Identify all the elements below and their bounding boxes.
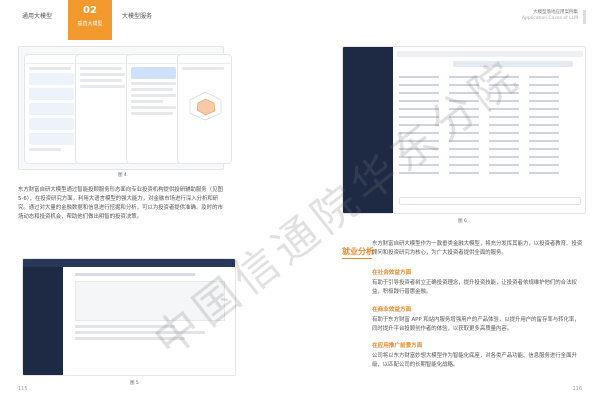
phone-screen-2 [75, 54, 130, 164]
section-title: 就业分析 [342, 247, 374, 256]
page-number-left: 115 [18, 386, 28, 392]
radar-chart-icon [189, 91, 222, 121]
chapter-number: 02 [83, 5, 97, 16]
figure-5-sidebar [23, 259, 63, 375]
paragraph-social-benefit: 有助于引导投资者树立正确投资理念，提升投资技能，让投资者依规维护他们的合法权益，… [372, 280, 577, 295]
header-title: 大模型落地应用案例集 Application Cases of LLM [522, 10, 578, 22]
phone-screen-3 [126, 54, 181, 164]
chapter-label: 垂直大模型 [77, 21, 103, 27]
subheading-application-prospect: 在应用推广前景方面 [372, 343, 423, 349]
phone-screen-1 [24, 54, 79, 164]
header-accent-bar [583, 10, 586, 24]
subheading-social-benefit: 在社会效益方面 [372, 270, 412, 276]
figure-4-caption: 图 4 [118, 173, 127, 178]
header-title-en: Application Cases of LLM [521, 16, 578, 21]
section-title-underline [342, 258, 372, 259]
top-navigation: 通用大模型 02 垂直大模型 大模型服务 大模型落地应用案例集 Applicat… [0, 0, 600, 40]
figure-5-caption: 图 5 [130, 381, 139, 386]
left-paragraph: 东方财富自研大模型通过智能投顾服务形态面向专业投资机构提供投研辅助服务（见图 5… [18, 187, 223, 220]
phone-screen-4 [177, 54, 232, 164]
nav-item-general-model[interactable]: 通用大模型 [22, 11, 52, 20]
page-number-right: 116 [572, 386, 582, 392]
nav-item-vertical-model[interactable]: 02 垂直大模型 [68, 0, 112, 40]
figure-6-caption: 图 6 [458, 219, 467, 224]
paragraph-application-prospect: 公司将以东方财富妙想大模型作为智能化底座，对各类产品功能、信息服务进行全面升级，… [372, 353, 577, 368]
right-intro-paragraph: 东方财富自研大模型作为一款垂类金融大模型，将充分发挥其能力，以投资者教育、投资顾… [372, 241, 583, 256]
subheading-commercial-benefit: 在商业效益方面 [372, 307, 412, 313]
paragraph-commercial-benefit: 有助于东方财富 APP 和站内服务增强用户的产品体验，以提升用户的留存率与转化率… [372, 317, 580, 332]
nav-item-model-service[interactable]: 大模型服务 [122, 11, 152, 20]
